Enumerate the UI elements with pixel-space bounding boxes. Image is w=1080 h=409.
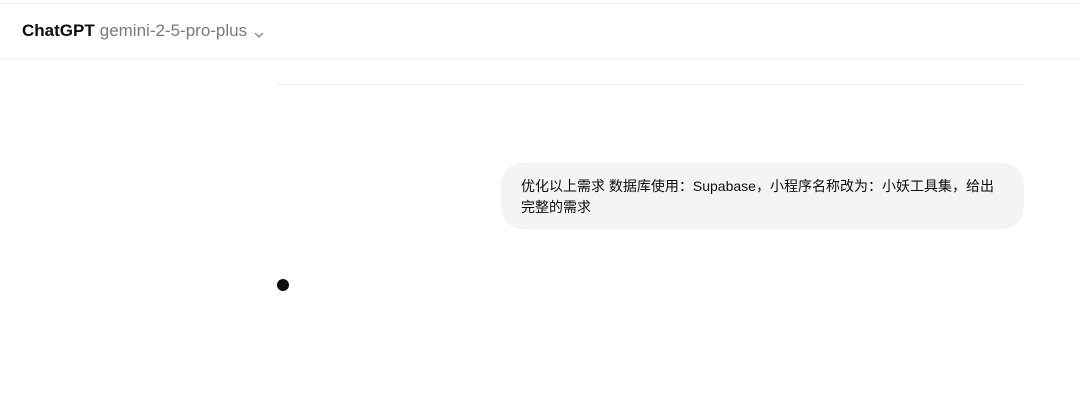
chevron-down-icon: [253, 25, 265, 38]
message-divider: [277, 84, 1024, 85]
model-name-label: gemini-2-5-pro-plus: [99, 21, 248, 40]
user-message-text: 优化以上需求 数据库使用：Supabase，小程序名称改为：小妖工具集，给出完整…: [521, 178, 994, 215]
response-loading-indicator: [277, 279, 289, 291]
user-message-bubble: 优化以上需求 数据库使用：Supabase，小程序名称改为：小妖工具集，给出完整…: [501, 163, 1024, 229]
model-switcher[interactable]: ChatGPT gemini-2-5-pro-plus: [22, 20, 265, 42]
brand-label: ChatGPT: [22, 21, 95, 40]
chat-header: ChatGPT gemini-2-5-pro-plus: [0, 4, 1080, 59]
